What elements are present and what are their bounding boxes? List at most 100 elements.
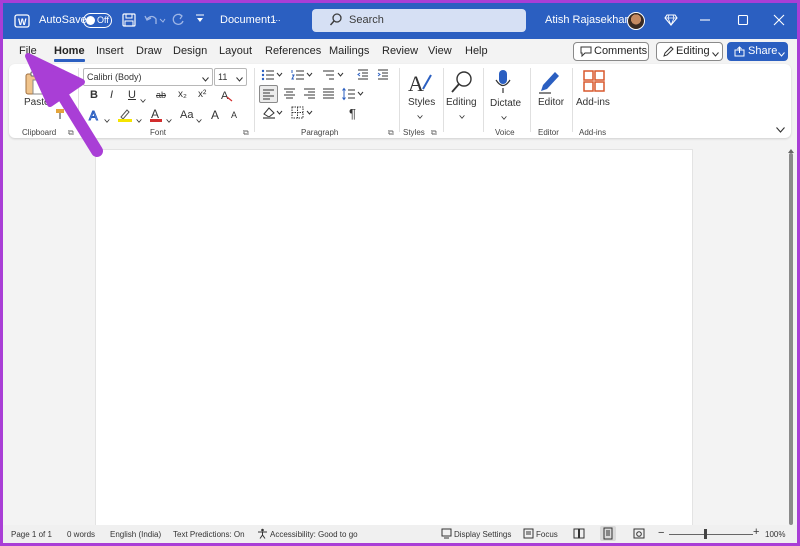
tab-mailings[interactable]: Mailings [329,45,369,57]
grow-font-button[interactable]: A [211,108,219,122]
chevron-down-icon[interactable] [459,110,465,122]
chevron-down-icon[interactable] [501,111,507,123]
comments-button[interactable]: Comments [573,42,649,61]
redo-icon[interactable] [171,12,185,31]
format-painter-icon[interactable] [55,108,67,123]
zoom-out-icon[interactable]: − [658,527,664,539]
chevron-down-icon[interactable] [140,94,146,106]
cut-icon[interactable] [55,69,67,84]
focus-icon[interactable] [523,528,534,541]
tab-file[interactable]: File [19,45,37,57]
align-center-icon[interactable] [283,88,296,103]
chevron-down-icon[interactable] [166,114,172,126]
chevron-down-icon[interactable] [104,114,110,126]
zoom-slider[interactable] [669,534,753,535]
add-ins-button-label[interactable]: Add-ins [576,97,610,108]
tab-design[interactable]: Design [173,45,207,57]
editor-icon[interactable] [537,69,561,98]
underline-button[interactable]: U [128,89,136,101]
customize-toolbar-icon[interactable] [195,13,205,28]
tab-help[interactable]: Help [465,45,488,57]
print-layout-icon[interactable] [600,526,616,541]
find-icon[interactable] [449,69,475,98]
maximize-icon[interactable] [737,14,749,29]
clear-formatting-button[interactable]: A [220,88,234,105]
shading-icon[interactable] [262,106,284,123]
tab-review[interactable]: Review [382,45,418,57]
editor-button-label[interactable]: Editor [538,97,564,108]
accessibility-icon[interactable] [257,528,268,541]
word-count[interactable]: 0 words [67,530,95,539]
paragraph-launcher-icon[interactable]: ⧉ [388,128,394,138]
user-avatar[interactable] [627,12,645,30]
align-right-icon[interactable] [303,88,316,103]
text-effects-button[interactable]: A [88,108,102,125]
document-title-more[interactable]: ... [273,13,281,23]
styles-button-label[interactable]: Styles [408,97,435,108]
borders-icon[interactable] [291,106,315,123]
strikethrough-button[interactable]: ab [156,90,166,100]
tab-layout[interactable]: Layout [219,45,252,57]
search-box[interactable]: Search [312,9,526,32]
styles-launcher-icon[interactable]: ⧉ [431,128,437,138]
document-title[interactable]: Document1 [220,14,276,26]
show-formatting-button[interactable]: ¶ [349,106,356,121]
minimize-icon[interactable] [699,14,711,29]
display-settings-icon[interactable] [441,528,452,541]
editing-mode-button[interactable]: Editing [656,42,723,61]
decrease-indent-icon[interactable] [357,69,369,84]
save-icon[interactable] [122,13,136,30]
document-page[interactable] [95,149,693,533]
focus-label[interactable]: Focus [536,530,558,539]
subscript-button[interactable]: x₂ [178,89,187,100]
microphone-icon[interactable] [495,69,511,98]
editing-button-label[interactable]: Editing [446,97,477,108]
diamond-icon[interactable] [664,13,678,30]
chevron-down-icon[interactable] [417,110,423,122]
increase-indent-icon[interactable] [377,69,389,84]
autosave-toggle[interactable]: Off [83,13,112,28]
display-settings-label[interactable]: Display Settings [454,530,511,539]
chevron-down-icon[interactable] [196,114,202,126]
numbering-icon[interactable] [291,69,313,84]
font-size-select[interactable]: 11 [214,68,247,86]
paste-icon[interactable] [23,70,47,99]
clipboard-launcher-icon[interactable]: ⧉ [68,128,74,138]
page-count[interactable]: Page 1 of 1 [11,530,52,539]
close-icon[interactable] [773,14,785,29]
collapse-ribbon-icon[interactable] [776,124,785,136]
multilevel-list-icon[interactable] [322,69,344,84]
web-layout-icon[interactable] [633,528,645,541]
text-predictions-status[interactable]: Text Predictions: On [173,530,245,539]
styles-icon[interactable]: A [407,69,433,98]
undo-icon[interactable] [144,13,166,30]
shrink-font-button[interactable]: A [231,110,237,120]
bullets-icon[interactable] [261,69,283,84]
add-ins-icon[interactable] [582,69,606,96]
tab-home[interactable]: Home [54,45,85,62]
italic-button[interactable]: I [110,89,113,101]
tab-draw[interactable]: Draw [136,45,162,57]
tab-references[interactable]: References [265,45,321,57]
scrollbar-thumb[interactable] [789,153,793,525]
paste-label[interactable]: Paste [24,97,50,108]
highlight-button[interactable] [117,108,133,125]
justify-icon[interactable] [322,88,335,103]
read-mode-icon[interactable] [573,528,585,541]
tab-view[interactable]: View [428,45,452,57]
dictate-button-label[interactable]: Dictate [490,98,521,109]
zoom-slider-thumb[interactable] [704,529,707,539]
zoom-level[interactable]: 100% [765,530,785,539]
bold-button[interactable]: B [90,89,98,101]
word-app-icon[interactable]: W [14,13,30,32]
share-button[interactable]: Share [727,42,788,61]
change-case-button[interactable]: Aa [180,109,193,121]
font-color-button[interactable]: A [149,107,163,126]
zoom-in-icon[interactable]: + [753,526,759,538]
tab-insert[interactable]: Insert [96,45,124,57]
line-spacing-icon[interactable] [342,87,364,104]
accessibility-status[interactable]: Accessibility: Good to go [270,530,358,539]
align-left-icon[interactable] [259,85,278,103]
superscript-button[interactable]: x² [198,89,206,100]
language-status[interactable]: English (India) [110,530,161,539]
